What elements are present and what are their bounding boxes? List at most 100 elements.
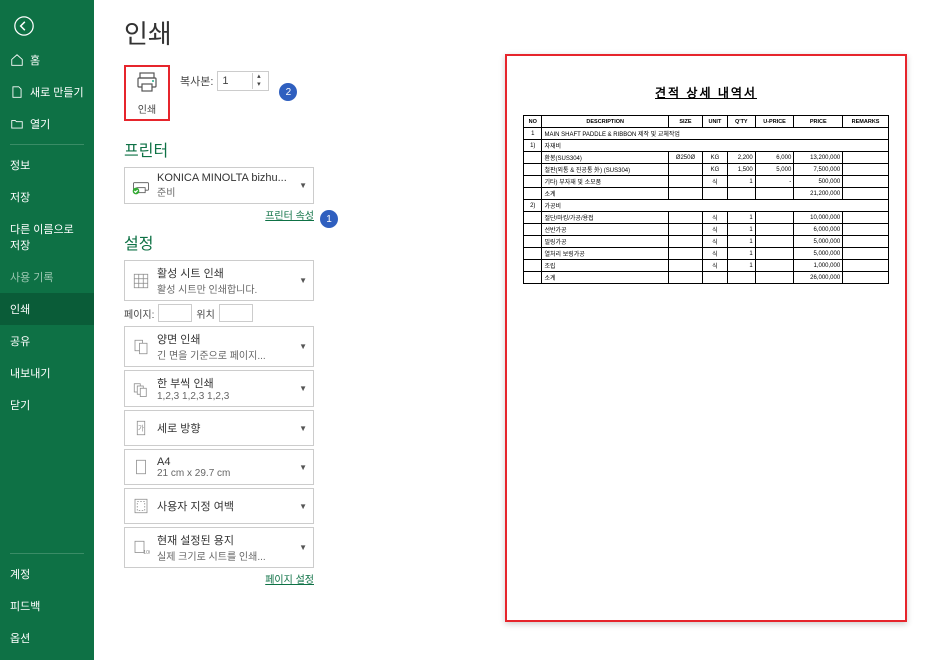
table-cell [755, 248, 794, 260]
table-row: 환봉(SUS304)Ø250ØKG2,2006,00013,200,000 [524, 152, 889, 164]
table-cell: 1 [727, 176, 755, 188]
printer-properties-link[interactable]: 프린터 속성 [124, 207, 314, 222]
table-header: PRICE [794, 116, 843, 128]
table-row: 기타) 부자재 및 소모품식1-500,000 [524, 176, 889, 188]
setting-scope[interactable]: 활성 시트 인쇄활성 시트만 인쇄합니다. ▼ [124, 260, 314, 301]
nav-options[interactable]: 옵션 [0, 622, 94, 654]
table-cell [668, 260, 702, 272]
collate-title: 한 부씩 인쇄 [157, 375, 293, 391]
table-cell [668, 224, 702, 236]
backstage-sidebar: 홈 새로 만들기 열기 정보 저장 다른 이름으로 저장 사용 기록 인쇄 공유… [0, 0, 94, 660]
table-row: 2)가공비 [524, 200, 889, 212]
nav-feedback[interactable]: 피드백 [0, 590, 94, 622]
table-cell [668, 164, 702, 176]
nav-save[interactable]: 저장 [0, 181, 94, 213]
table-row: 열처리 보링가공식15,000,000 [524, 248, 889, 260]
table-row: 조립식11,000,000 [524, 260, 889, 272]
table-header: U-PRICE [755, 116, 794, 128]
nav-export[interactable]: 내보내기 [0, 357, 94, 389]
table-row: 선반가공식16,000,000 [524, 224, 889, 236]
table-cell [668, 188, 702, 200]
setting-orientation[interactable]: 가 세로 방향 ▼ [124, 410, 314, 446]
table-cell [524, 188, 542, 200]
copies-down[interactable]: ▾ [252, 81, 264, 89]
setting-scale[interactable]: 100 현재 설정된 용지실제 크기로 시트를 인쇄... ▼ [124, 527, 314, 568]
nav-print-label: 인쇄 [10, 301, 30, 317]
table-cell: 1,500 [727, 164, 755, 176]
pages-from-input[interactable] [158, 304, 192, 322]
table-cell: 식 [702, 212, 727, 224]
table-cell [524, 152, 542, 164]
paper-title: A4 [157, 456, 293, 468]
chevron-down-icon: ▼ [299, 342, 307, 351]
setting-paper[interactable]: A421 cm x 29.7 cm ▼ [124, 449, 314, 485]
copies-up[interactable]: ▴ [252, 73, 264, 81]
printer-icon [133, 70, 161, 97]
table-cell [843, 272, 889, 284]
nav-feedback-label: 피드백 [10, 598, 40, 614]
table-cell [755, 212, 794, 224]
table-cell [755, 188, 794, 200]
table-cell [755, 260, 794, 272]
nav-print[interactable]: 인쇄 [0, 293, 94, 325]
nav-saveas[interactable]: 다른 이름으로 저장 [0, 213, 94, 261]
scope-sub: 활성 시트만 인쇄합니다. [157, 281, 293, 296]
chevron-down-icon: ▼ [299, 181, 307, 190]
table-cell: 소계 [542, 272, 668, 284]
setting-margins[interactable]: 사용자 지정 여백 ▼ [124, 488, 314, 524]
duplex-icon [131, 337, 151, 357]
setting-collate[interactable]: 한 부씩 인쇄1,2,3 1,2,3 1,2,3 ▼ [124, 370, 314, 407]
table-cell [727, 188, 755, 200]
table-row: 소계21,200,000 [524, 188, 889, 200]
svg-text:100: 100 [143, 550, 150, 556]
svg-text:가: 가 [138, 423, 144, 432]
table-row: 절단/마킹/가공/용접식110,000,000 [524, 212, 889, 224]
nav-share[interactable]: 공유 [0, 325, 94, 357]
nav-home[interactable]: 홈 [0, 44, 94, 76]
table-header: NO [524, 116, 542, 128]
setting-sides[interactable]: 양면 인쇄긴 면을 기준으로 페이지... ▼ [124, 326, 314, 367]
nav-close[interactable]: 닫기 [0, 389, 94, 421]
orient-title: 세로 방향 [157, 420, 293, 436]
nav-info[interactable]: 정보 [0, 149, 94, 181]
nav-saveas-label: 다른 이름으로 저장 [10, 221, 84, 253]
table-cell: 1 [727, 260, 755, 272]
chevron-down-icon: ▼ [299, 384, 307, 393]
nav-open[interactable]: 열기 [0, 108, 94, 140]
table-cell: 1) [524, 140, 542, 152]
table-cell [843, 260, 889, 272]
back-button[interactable] [6, 8, 42, 44]
table-cell: 2,200 [727, 152, 755, 164]
table-cell: MAIN SHAFT PADDLE & RIBBON 제작 및 교체작업 [542, 128, 889, 140]
nav-save-label: 저장 [10, 189, 30, 205]
printer-select[interactable]: KONICA MINOLTA bizhu... 준비 ▼ [124, 167, 314, 204]
scale-title: 현재 설정된 용지 [157, 532, 293, 548]
table-row: 1MAIN SHAFT PADDLE & RIBBON 제작 및 교체작업 [524, 128, 889, 140]
chevron-down-icon: ▼ [299, 463, 307, 472]
table-cell: 21,200,000 [794, 188, 843, 200]
table-cell [524, 176, 542, 188]
table-cell: 6,000 [755, 152, 794, 164]
nav-account[interactable]: 계정 [0, 558, 94, 590]
table-cell [843, 188, 889, 200]
nav-new[interactable]: 새로 만들기 [0, 76, 94, 108]
pages-to-input[interactable] [219, 304, 253, 322]
annotation-badge-1: 1 [320, 210, 338, 228]
table-cell [668, 212, 702, 224]
table-cell: 자재비 [542, 140, 889, 152]
print-button[interactable]: 인쇄 [124, 65, 170, 121]
table-cell: 7,500,000 [794, 164, 843, 176]
document-table: NODESCRIPTIONSIZEUNITQ'TYU-PRICEPRICEREM… [523, 115, 889, 284]
page-setup-link[interactable]: 페이지 설정 [124, 571, 314, 586]
copies-input[interactable]: 1 ▴ ▾ [217, 71, 269, 91]
table-cell [524, 212, 542, 224]
table-cell: 식 [702, 260, 727, 272]
chevron-down-icon: ▼ [299, 543, 307, 552]
main-content: 인쇄 인쇄 복사본: 1 ▴ ▾ [94, 0, 937, 660]
table-cell: 열처리 보링가공 [542, 248, 668, 260]
nav-new-label: 새로 만들기 [30, 84, 84, 100]
table-cell: 5,000 [755, 164, 794, 176]
table-cell [843, 224, 889, 236]
table-cell: 1 [524, 128, 542, 140]
table-cell [702, 188, 727, 200]
